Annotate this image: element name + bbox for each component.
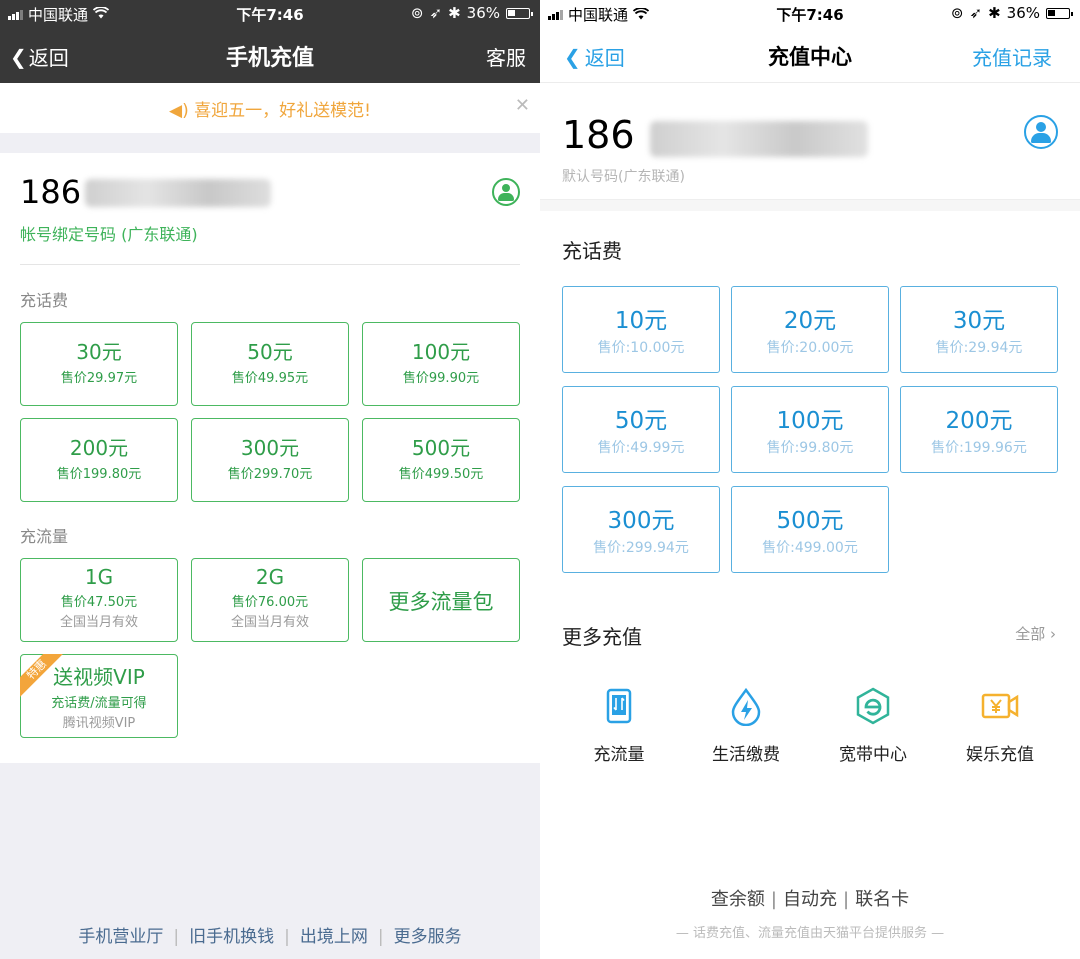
broadband-e-icon	[853, 686, 893, 726]
topup-option[interactable]: 200元 售价199.80元	[20, 418, 178, 502]
section-topup-title: 充话费	[562, 239, 622, 263]
topup-option[interactable]: 300元 售价299.70元	[191, 418, 349, 502]
topup-option[interactable]: 100元 售价99.90元	[362, 322, 520, 406]
footer-link[interactable]: 旧手机换钱	[189, 927, 274, 947]
default-number-label: 默认号码(广东联通)	[562, 169, 685, 185]
phone-data-icon	[599, 686, 639, 726]
right-navbar: ❮ 返回 充值中心 充值记录	[540, 28, 1080, 83]
promo-banner[interactable]: ◀) 喜迎五一，好礼送模范! ✕	[0, 83, 540, 133]
promo-text: 喜迎五一，好礼送模范!	[194, 101, 371, 121]
phone-number-mask	[650, 121, 868, 157]
service-provider-note: — 话费充值、流量充值由天猫平台提供服务 —	[675, 926, 945, 941]
check-balance-link[interactable]: 查余额	[711, 889, 765, 910]
left-footer-links: 手机营业厅 | 旧手机换钱 | 出境上网 | 更多服务	[78, 927, 462, 947]
view-all-link[interactable]: 全部 ›	[1015, 623, 1056, 644]
battery-percent: 36%	[1006, 4, 1040, 22]
water-drop-bolt-icon	[726, 686, 766, 727]
bluetooth-icon: ✱	[448, 4, 461, 22]
footer-link[interactable]: 手机营业厅	[78, 927, 163, 947]
left-recharge-card: 186 帐号绑定号码 (广东联通) 充话费 30元 售价29.97元 50元 售…	[0, 153, 540, 763]
rotation-lock-icon: ⊚	[410, 4, 424, 22]
quick-entry-broadband[interactable]: 宽带中心	[808, 686, 938, 765]
section-data-title: 充流量	[20, 527, 69, 546]
section-separator	[540, 199, 1080, 211]
phone-number: 186	[562, 113, 635, 157]
left-screen: 中国联通 下午7:46 ⊚ ➶ ✱ 36% ❮ 返回 手机充值 客服 ◀) 喜迎…	[0, 0, 540, 959]
contact-icon[interactable]	[1024, 115, 1058, 149]
topup-option[interactable]: 30元 售价:29.94元	[900, 286, 1058, 373]
status-bar: 中国联通 下午7:46 ⊚ ➶ ✱ 36%	[540, 0, 1080, 28]
video-vip-offer[interactable]: 特惠 送视频VIP 充话费/流量可得 腾讯视频VIP	[20, 654, 178, 738]
binding-label: 帐号绑定号码 (广东联通)	[20, 225, 198, 244]
topup-option[interactable]: 200元 售价:199.96元	[900, 386, 1058, 473]
section-topup-title: 充话费	[20, 291, 69, 310]
right-screen: 中国联通 下午7:46 ⊚ ➶ ✱ 36% ❮ 返回 充值中心 充值记录 186…	[540, 0, 1080, 959]
footer-link[interactable]: 出境上网	[300, 927, 368, 947]
divider	[20, 264, 520, 265]
topup-option[interactable]: 300元 售价:299.94元	[562, 486, 720, 573]
bluetooth-icon: ✱	[988, 4, 1001, 22]
status-bar: 中国联通 下午7:46 ⊚ ➶ ✱ 36%	[0, 0, 540, 28]
topup-option[interactable]: 50元 售价:49.99元	[562, 386, 720, 473]
topup-option[interactable]: 500元 售价:499.00元	[731, 486, 889, 573]
left-header: 中国联通 下午7:46 ⊚ ➶ ✱ 36% ❮ 返回 手机充值 客服	[0, 0, 540, 83]
customer-service-button[interactable]: 客服	[486, 42, 526, 71]
close-icon[interactable]: ✕	[515, 95, 530, 116]
phone-number: 186	[20, 173, 82, 211]
topup-option[interactable]: 50元 售价49.95元	[191, 322, 349, 406]
battery-percent: 36%	[466, 4, 500, 22]
co-branded-card-link[interactable]: 联名卡	[855, 889, 909, 910]
right-footer-links: 查余额 | 自动充 | 联名卡	[710, 889, 910, 910]
topup-option[interactable]: 10元 售价:10.00元	[562, 286, 720, 373]
topup-option[interactable]: 500元 售价499.50元	[362, 418, 520, 502]
rotation-lock-icon: ⊚	[950, 4, 964, 22]
auto-recharge-link[interactable]: 自动充	[783, 889, 837, 910]
contact-icon[interactable]	[492, 178, 520, 206]
more-data-packages-button[interactable]: 更多流量包	[362, 558, 520, 642]
quick-entry-entertainment[interactable]: 娱乐充值	[935, 686, 1065, 765]
quick-entry-utilities[interactable]: 生活缴费	[681, 686, 811, 765]
data-option[interactable]: 1G 售价47.50元 全国当月有效	[20, 558, 178, 642]
phone-number-mask	[85, 179, 271, 207]
page-title: 手机充值	[225, 46, 314, 71]
section-more-title: 更多充值	[562, 625, 642, 649]
recharge-history-button[interactable]: 充值记录	[972, 42, 1052, 71]
chevron-right-icon: ›	[1050, 625, 1056, 643]
battery-icon	[1046, 7, 1073, 19]
topup-option[interactable]: 100元 售价:99.80元	[731, 386, 889, 473]
special-offer-ribbon: 特惠	[20, 654, 64, 698]
location-icon: ➶	[969, 4, 983, 22]
location-icon: ➶	[429, 4, 443, 22]
data-option[interactable]: 2G 售价76.00元 全国当月有效	[191, 558, 349, 642]
speaker-icon: ◀)	[169, 101, 189, 121]
left-navbar: ❮ 返回 手机充值 客服	[0, 28, 540, 83]
topup-option[interactable]: 20元 售价:20.00元	[731, 286, 889, 373]
quick-entry-data[interactable]: 充流量	[554, 686, 684, 765]
topup-option[interactable]: 30元 售价29.97元	[20, 322, 178, 406]
footer-link[interactable]: 更多服务	[394, 927, 462, 947]
battery-icon	[506, 7, 533, 19]
yuan-video-icon	[980, 686, 1020, 726]
